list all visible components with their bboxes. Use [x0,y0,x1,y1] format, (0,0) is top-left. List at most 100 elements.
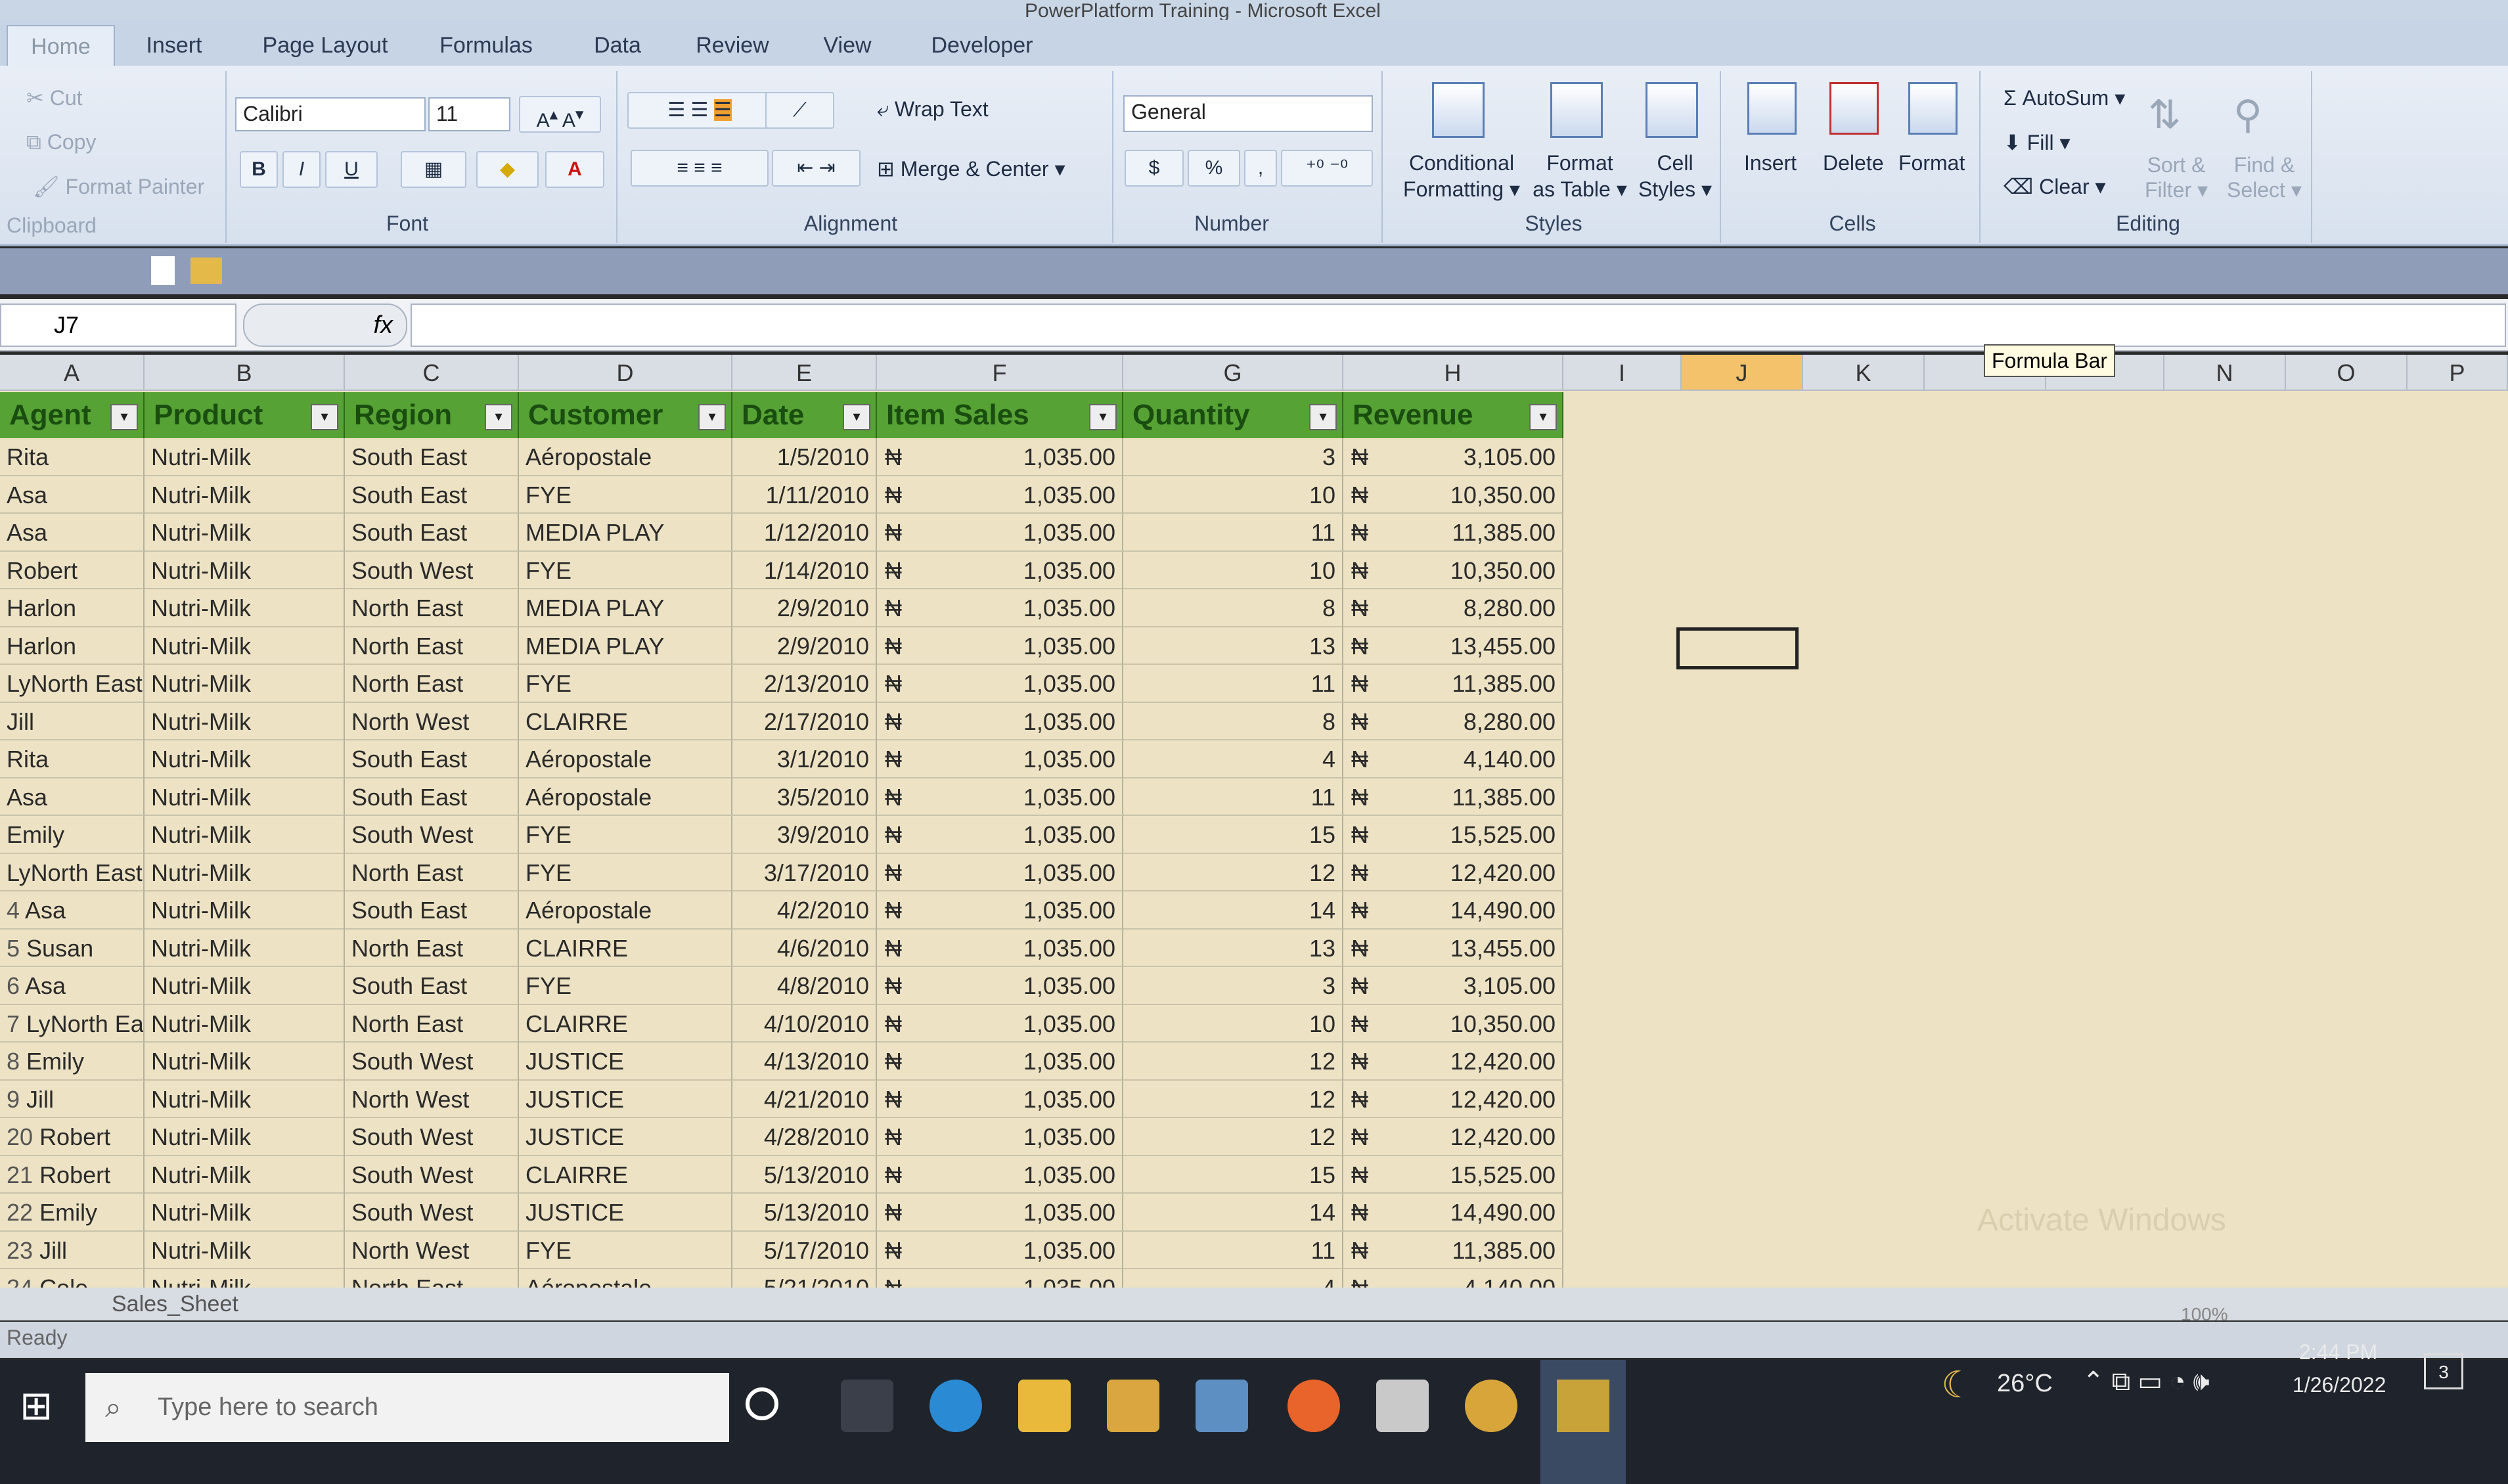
cell-quantity[interactable]: 12 [1123,1043,1343,1081]
row-number[interactable]: 9 [7,1086,20,1113]
format-cells-button[interactable]: Format [1898,151,1965,175]
cell-product[interactable]: Nutri-Milk [145,1004,345,1043]
insert-function-button[interactable]: fx [243,304,407,347]
filter-dropdown-icon[interactable]: ▾ [843,404,870,430]
sheet-tab-sales-sheet[interactable]: Sales_Sheet [112,1288,315,1320]
cell-product[interactable]: Nutri-Milk [145,891,345,930]
currency-button[interactable]: $ [1125,150,1184,187]
cell-product[interactable]: Nutri-Milk [145,438,345,476]
cell-date[interactable]: 1/12/2010 [732,514,877,552]
active-cell-j7[interactable] [1676,627,1799,669]
edge-icon[interactable] [929,1380,982,1432]
delete-cells-icon[interactable] [1829,82,1879,135]
cell-quantity[interactable]: 11 [1123,665,1343,703]
cell-agent[interactable]: Jill [0,702,145,740]
row-number[interactable]: 4 [7,897,20,924]
cell-item-sales[interactable]: ₦ 1,035.00 [877,1194,1123,1232]
cell-customer[interactable]: Aéropostale [519,891,732,930]
cell-item-sales[interactable]: ₦ 1,035.00 [877,551,1123,589]
cell-product[interactable]: Nutri-Milk [145,1043,345,1081]
cell-item-sales[interactable]: ₦ 1,035.00 [877,702,1123,740]
column-header-p[interactable]: P [2407,355,2508,391]
cell-region[interactable]: South East [345,476,519,514]
cell-customer[interactable]: Aéropostale [519,778,732,816]
cell-quantity[interactable]: 12 [1123,1118,1343,1156]
cell-agent[interactable]: 5 Susan [0,929,145,967]
cell-revenue[interactable]: ₦ 15,525.00 [1343,816,1563,854]
cell-customer[interactable]: FYE [519,816,732,854]
cell-revenue[interactable]: ₦ 10,350.00 [1343,476,1563,514]
conditional-formatting-icon[interactable] [1432,82,1485,138]
cell-customer[interactable]: FYE [519,665,732,703]
cell-region[interactable]: South East [345,967,519,1005]
cell-revenue[interactable]: ₦ 10,350.00 [1343,1004,1563,1043]
cell-region[interactable]: South East [345,438,519,476]
cell-customer[interactable]: CLAIRRE [519,1156,732,1194]
file-explorer-icon[interactable] [1018,1380,1071,1432]
cell-date[interactable]: 3/17/2010 [732,853,877,891]
cell-date[interactable]: 5/13/2010 [732,1156,877,1194]
cell-quantity[interactable]: 8 [1123,702,1343,740]
orientation-button[interactable]: ⟋ [765,92,834,129]
cell-revenue[interactable]: ₦ 15,525.00 [1343,1156,1563,1194]
column-header-g[interactable]: G [1123,355,1343,391]
cell-region[interactable]: North East [345,589,519,627]
mail-icon[interactable] [1196,1380,1248,1432]
row-number[interactable]: 22 [7,1199,33,1226]
cell-customer[interactable]: CLAIRRE [519,1004,732,1043]
cell-item-sales[interactable]: ₦ 1,035.00 [877,929,1123,967]
cell-date[interactable]: 1/11/2010 [732,476,877,514]
cell-quantity[interactable]: 4 [1123,740,1343,778]
cell-customer[interactable]: JUSTICE [519,1194,732,1232]
cell-item-sales[interactable]: ₦ 1,035.00 [877,1080,1123,1118]
merge-center-button[interactable]: ⊞ Merge & Center ▾ [877,156,1065,181]
column-header-h[interactable]: H [1343,355,1563,391]
cell-styles-button[interactable]: Cell Styles ▾ [1636,150,1714,202]
cell-region[interactable]: North West [345,1231,519,1269]
cell-region[interactable]: South West [345,1043,519,1081]
filter-dropdown-icon[interactable]: ▾ [1529,404,1557,430]
open-folder-icon[interactable] [190,258,222,284]
cell-quantity[interactable]: 3 [1123,438,1343,476]
tab-view[interactable]: View [808,25,887,66]
cell-customer[interactable]: JUSTICE [519,1118,732,1156]
conditional-formatting-button[interactable]: Conditional Formatting ▾ [1399,150,1524,202]
cell-region[interactable]: South West [345,816,519,854]
cell-quantity[interactable]: 11 [1123,1231,1343,1269]
cell-customer[interactable]: FYE [519,967,732,1005]
cell-product[interactable]: Nutri-Milk [145,476,345,514]
cell-quantity[interactable]: 10 [1123,551,1343,589]
format-cells-icon[interactable] [1908,82,1958,135]
cell-quantity[interactable]: 10 [1123,476,1343,514]
clock-date[interactable]: 1/26/2022 [2293,1373,2386,1397]
number-format-select[interactable]: General [1123,95,1373,132]
cell-region[interactable]: South East [345,778,519,816]
cell-date[interactable]: 3/1/2010 [732,740,877,778]
notepad-icon[interactable] [1376,1380,1429,1432]
row-number[interactable]: 21 [7,1161,33,1188]
cell-customer[interactable]: MEDIA PLAY [519,589,732,627]
cell-customer[interactable]: JUSTICE [519,1043,732,1081]
cell-date[interactable]: 4/6/2010 [732,929,877,967]
column-header-d[interactable]: D [519,355,732,391]
cell-product[interactable]: Nutri-Milk [145,816,345,854]
row-number[interactable]: 7 [7,1010,20,1037]
binoculars-icon[interactable]: ⚲ [2233,92,2262,138]
cell-customer[interactable]: JUSTICE [519,1080,732,1118]
cell-customer[interactable]: FYE [519,853,732,891]
cell-revenue[interactable]: ₦ 3,105.00 [1343,967,1563,1005]
cell-date[interactable]: 2/13/2010 [732,665,877,703]
new-document-icon[interactable] [151,256,175,285]
cell-revenue[interactable]: ₦ 4,140.00 [1343,740,1563,778]
column-header-f[interactable]: F [877,355,1123,391]
cell-product[interactable]: Nutri-Milk [145,1231,345,1269]
cell-product[interactable]: Nutri-Milk [145,967,345,1005]
bold-button[interactable]: B [240,151,278,188]
cell-region[interactable]: South West [345,551,519,589]
format-painter-button[interactable]: 🖌 Format Painter [33,174,204,199]
system-tray-icons[interactable]: ⌃ ⧉ ▭ ◔ 🕪 [2082,1366,2210,1397]
italic-button[interactable]: I [282,151,321,188]
windows-start-icon[interactable]: ⊞ [20,1383,53,1429]
underline-button[interactable]: U [325,151,378,188]
cell-item-sales[interactable]: ₦ 1,035.00 [877,853,1123,891]
